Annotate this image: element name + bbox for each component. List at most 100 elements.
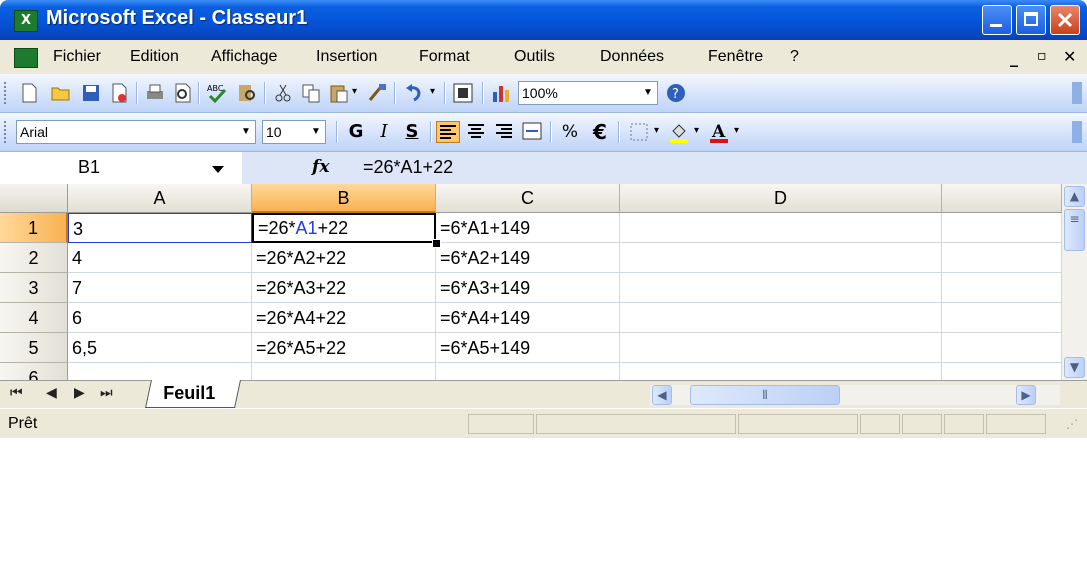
undo-icon[interactable] [404,82,426,104]
cell-b6[interactable] [252,363,436,380]
row-header-3[interactable]: 3 [0,273,68,303]
euro-button[interactable]: € [588,121,612,143]
copy-icon[interactable] [300,82,322,104]
insert-function-fx-icon[interactable]: fx [312,157,329,177]
close-button[interactable] [1050,5,1080,35]
cell-d2[interactable] [620,243,942,273]
menu-affichage[interactable]: Affichage [211,48,277,66]
bold-button[interactable]: G [344,121,368,143]
spelling-icon[interactable]: ABC [206,82,228,104]
menu-donnees[interactable]: Données [600,48,664,66]
cell-a6[interactable] [68,363,252,380]
scroll-left-icon[interactable]: ◀ [652,385,672,405]
cell-c3[interactable]: =6*A3+149 [436,273,620,303]
paste-icon[interactable] [328,82,350,104]
font-size-dropdown-icon[interactable]: ▼ [307,121,325,143]
cell-c1[interactable]: =6*A1+149 [436,213,620,243]
column-header-b[interactable]: B [252,184,436,213]
font-size-combo[interactable]: 10 ▼ [262,120,326,144]
scroll-up-icon[interactable]: ▲ [1064,186,1085,207]
help-icon[interactable]: ? [665,82,687,104]
cell-b1[interactable]: =26*A1+22 [252,213,436,243]
horizontal-scroll-thumb[interactable]: ⦀ [690,385,840,405]
workbook-close-icon[interactable]: ✕ [1063,47,1076,66]
menu-help[interactable]: ? [790,48,799,66]
cut-icon[interactable] [272,82,294,104]
row-header-6[interactable]: 6 [0,363,68,380]
cell-e6[interactable] [942,363,1062,380]
cell-b3[interactable]: =26*A3+22 [252,273,436,303]
formula-input[interactable]: fx =26*A1+22 [242,152,1087,184]
underline-button[interactable]: S [400,121,424,143]
row-header-4[interactable]: 4 [0,303,68,333]
cell-d3[interactable] [620,273,942,303]
cell-e3[interactable] [942,273,1062,303]
menu-edition[interactable]: Edition [130,48,179,66]
column-header-e[interactable] [942,184,1062,213]
cell-a4[interactable]: 6 [68,303,252,333]
workbook-restore-icon[interactable]: ▫ [1037,48,1047,64]
research-icon[interactable] [236,82,258,104]
vertical-scroll-thumb[interactable]: ≡ [1064,209,1085,251]
font-color-icon[interactable]: A [708,121,730,143]
percent-style-button[interactable]: % [558,121,582,143]
cell-c2[interactable]: =6*A2+149 [436,243,620,273]
maximize-button[interactable] [1016,5,1046,35]
horizontal-scrollbar[interactable]: ◀ ⦀ ▶ [650,385,1060,405]
cell-b2[interactable]: =26*A2+22 [252,243,436,273]
toolbar-options-icon[interactable] [1072,82,1082,104]
cell-a1[interactable]: 3 [68,213,252,243]
cell-c5[interactable]: =6*A5+149 [436,333,620,363]
formula-text[interactable]: =26*A1+22 [363,157,453,178]
excel-app-icon[interactable]: X [14,10,38,32]
borders-dropdown-icon[interactable]: ▾ [654,125,659,136]
first-sheet-icon[interactable]: ⏮ [10,385,23,401]
zoom-combo[interactable]: 100% ▼ [518,81,658,105]
minimize-button[interactable] [982,5,1012,35]
cell-a2[interactable]: 4 [68,243,252,273]
resize-grip-icon[interactable]: ⋰ [1066,417,1078,431]
vertical-scrollbar[interactable]: ▲ ≡ ▼ [1062,184,1087,380]
font-combo[interactable]: Arial ▼ [16,120,256,144]
column-header-c[interactable]: C [436,184,620,213]
row-header-2[interactable]: 2 [0,243,68,273]
cell-e1[interactable] [942,213,1062,243]
menu-fichier[interactable]: Fichier [53,48,101,66]
row-header-5[interactable]: 5 [0,333,68,363]
print-icon[interactable] [144,82,166,104]
name-box[interactable]: B1 [0,152,243,184]
scroll-down-icon[interactable]: ▼ [1064,357,1085,378]
align-center-button[interactable] [464,121,488,143]
cell-d5[interactable] [620,333,942,363]
previous-sheet-icon[interactable]: ◀ [46,385,57,401]
cell-a5[interactable]: 6,5 [68,333,252,363]
fill-color-icon[interactable] [668,121,690,143]
menu-insertion[interactable]: Insertion [316,48,377,66]
toolbar-grip[interactable] [4,121,9,143]
cell-b4[interactable]: =26*A4+22 [252,303,436,333]
merge-center-button[interactable] [520,121,544,143]
cell-b5[interactable]: =26*A5+22 [252,333,436,363]
toolbar-grip[interactable] [4,82,9,104]
column-header-d[interactable]: D [620,184,942,213]
cell-c4[interactable]: =6*A4+149 [436,303,620,333]
chart-wizard-icon[interactable] [490,82,512,104]
name-box-dropdown-icon[interactable] [212,166,224,173]
fill-handle[interactable] [432,239,441,248]
row-header-1[interactable]: 1 [0,213,68,243]
cell-a3[interactable]: 7 [68,273,252,303]
permission-icon[interactable] [108,82,130,104]
align-right-button[interactable] [492,121,516,143]
menu-format[interactable]: Format [419,48,470,66]
open-folder-icon[interactable] [50,82,72,104]
new-document-icon[interactable] [18,82,40,104]
column-header-a[interactable]: A [68,184,252,213]
cell-e2[interactable] [942,243,1062,273]
next-sheet-icon[interactable]: ▶ [74,385,85,401]
cell-e4[interactable] [942,303,1062,333]
font-dropdown-icon[interactable]: ▼ [237,121,255,143]
borders-icon[interactable] [628,121,650,143]
insert-function-icon[interactable] [452,82,474,104]
align-left-button[interactable] [436,121,460,143]
toolbar-options-icon[interactable] [1072,121,1082,143]
